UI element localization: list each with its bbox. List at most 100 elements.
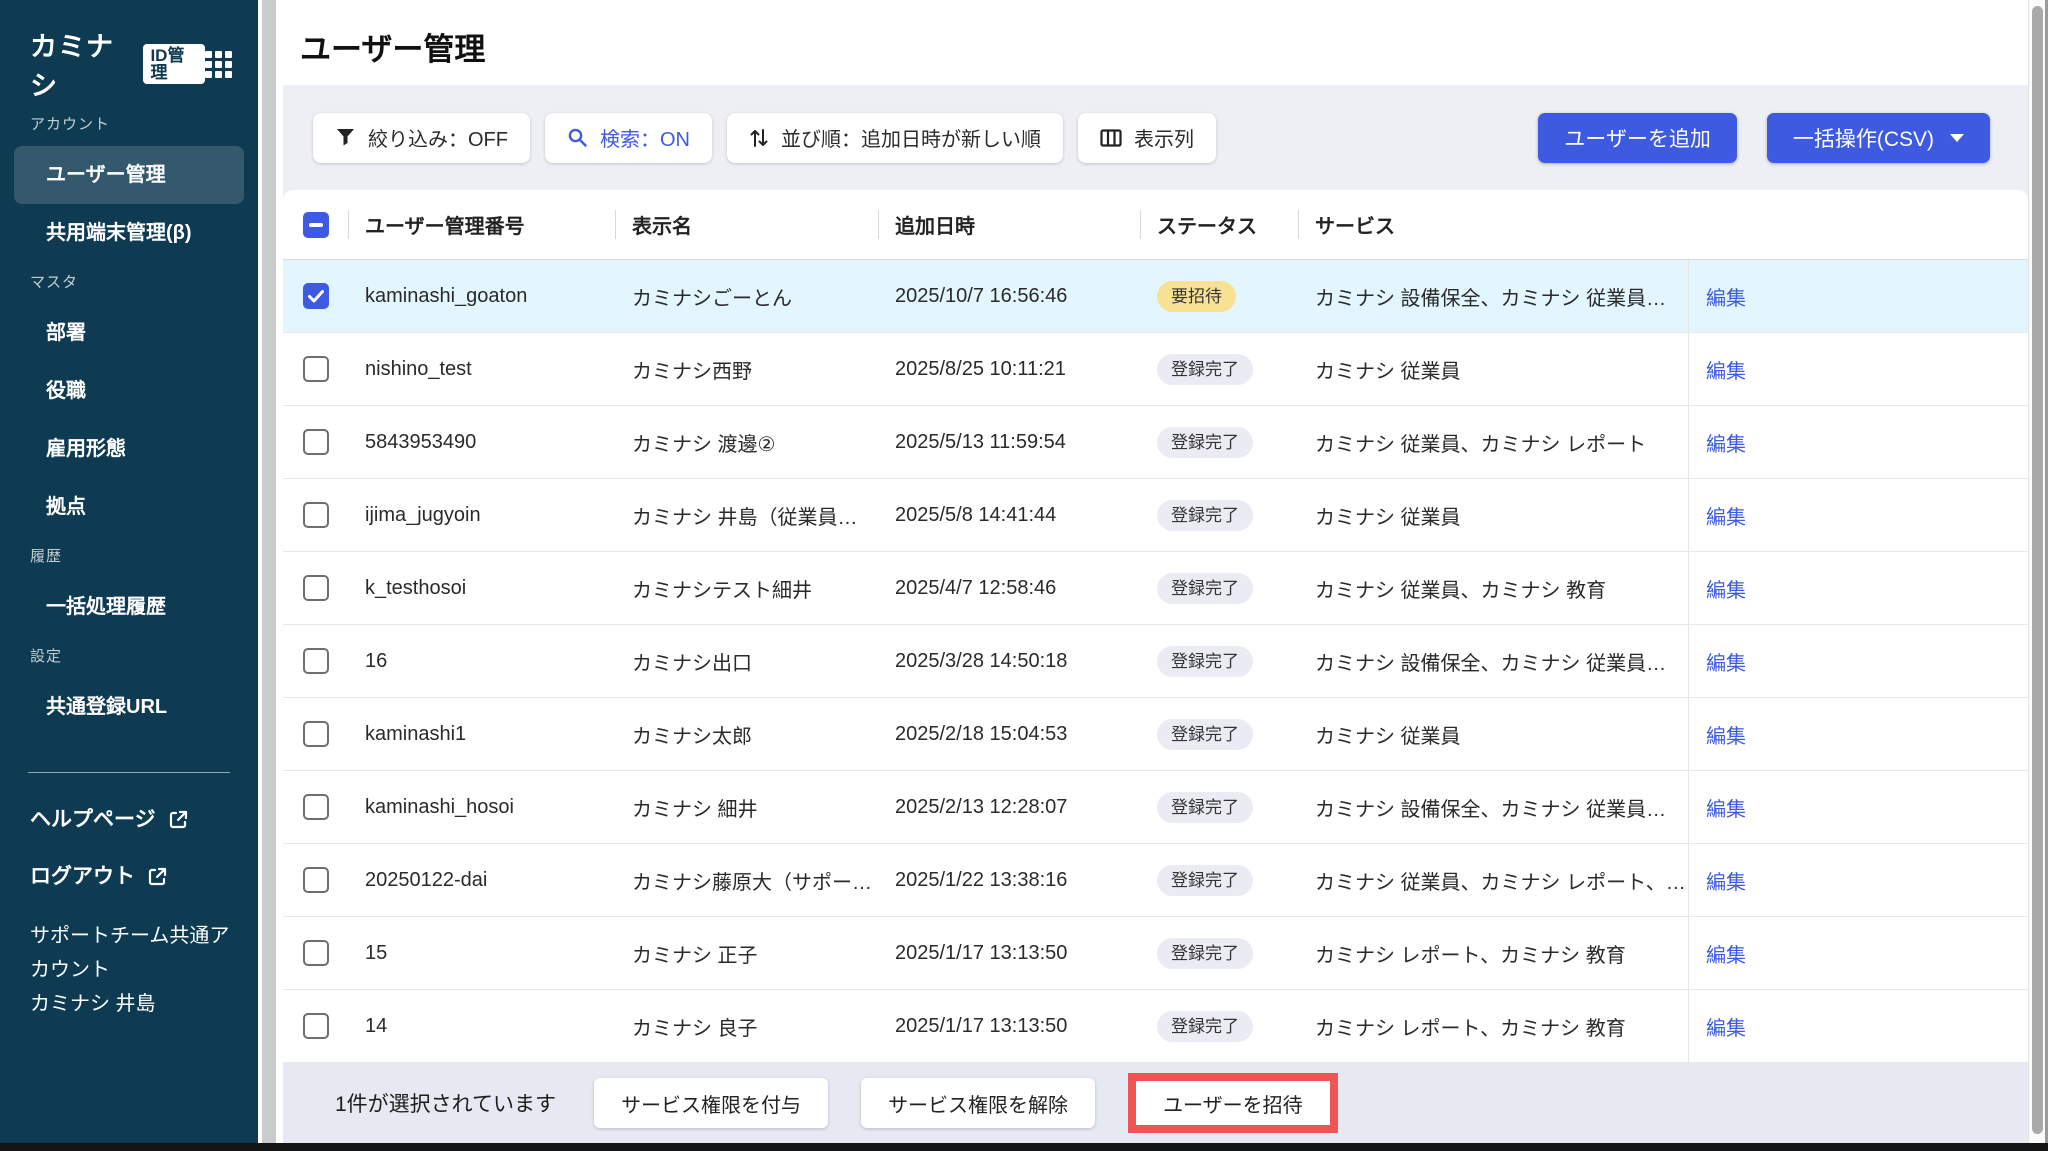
table-row[interactable]: 15 カミナシ 正子 2025/1/17 13:13:50 登録完了 カミナシ … [283,917,2028,990]
edit-link[interactable]: 編集 [1706,939,1746,968]
bulk-operations-label: 一括操作(CSV) [1793,123,1934,153]
action-button-0[interactable]: サービス権限を付与 [594,1078,828,1128]
search-button[interactable]: 検索：ON [545,113,712,163]
cell-user-id: 5843953490 [348,431,615,454]
sort-button-label: 並び順：追加日時が新しい順 [781,123,1041,152]
cell-added-datetime: 2025/1/17 13:13:50 [878,942,1140,965]
cell-added-datetime: 2025/5/8 14:41:44 [878,504,1140,527]
row-checkbox[interactable] [303,283,329,309]
row-checkbox[interactable] [303,356,329,382]
table-row[interactable]: k_testhosoi カミナシテスト細井 2025/4/7 12:58:46 … [283,552,2028,625]
bulk-operations-button[interactable]: 一括操作(CSV) [1767,113,1990,163]
cell-display-name: カミナシ 良子 [615,1012,878,1041]
sidebar-scrollbar[interactable] [258,0,283,1143]
cell-services: カミナシ レポート、カミナシ 教育 [1298,1012,1688,1041]
sidebar-item-1-0[interactable]: 部署 [14,304,244,362]
row-checkbox[interactable] [303,940,329,966]
users-table: ユーザー管理番号 表示名 追加日時 ステータス サービス kaminashi_g… [283,190,2028,1063]
edit-link[interactable]: 編集 [1706,501,1746,530]
brand-logo: カミナシ [30,25,134,103]
columns-button[interactable]: 表示列 [1078,113,1216,163]
magnifier-icon [567,127,588,148]
content-panel: 絞り込み：OFF 検索：ON 並び順：追加日時が新しい順 [283,85,2028,1143]
table-body: kaminashi_goaton カミナシごーとん 2025/10/7 16:5… [283,260,2028,1063]
cell-display-name: カミナシ藤原大（サポー… [615,866,878,895]
add-user-button[interactable]: ユーザーを追加 [1538,113,1737,163]
cell-display-name: カミナシテスト細井 [615,574,878,603]
edit-link[interactable]: 編集 [1706,355,1746,384]
sidebar-item-0-0[interactable]: ユーザー管理 [14,146,244,204]
status-badge: 登録完了 [1157,865,1253,896]
sidebar-item-0-1[interactable]: 共用端末管理(β) [14,204,244,262]
sidebar-item-3-0[interactable]: 共通登録URL [14,678,244,736]
columns-button-label: 表示列 [1134,123,1194,152]
columns-icon [1100,129,1122,147]
page-scrollbar[interactable] [2028,0,2048,1143]
action-button-2[interactable]: ユーザーを招待 [1136,1081,1330,1125]
row-checkbox[interactable] [303,1013,329,1039]
sort-button[interactable]: 並び順：追加日時が新しい順 [727,113,1063,163]
brand-badge: ID管理 [143,44,205,84]
edit-link[interactable]: 編集 [1706,866,1746,895]
funnel-icon [335,127,356,148]
apps-grid-icon[interactable] [205,51,232,78]
sidebar-link[interactable]: ログアウト [14,848,244,905]
row-checkbox[interactable] [303,648,329,674]
cell-services: カミナシ 従業員 [1298,355,1688,384]
cell-user-id: kaminashi1 [348,723,615,746]
edit-link[interactable]: 編集 [1706,647,1746,676]
page-scrollbar-thumb[interactable] [2032,6,2043,1134]
cell-services: カミナシ 従業員、カミナシ レポート、… [1298,866,1688,895]
table-row[interactable]: ijima_jugyoin カミナシ 井島（従業員… 2025/5/8 14:4… [283,479,2028,552]
selection-count-text: 1件が選択されています [335,1088,556,1118]
row-checkbox[interactable] [303,794,329,820]
table-row[interactable]: 5843953490 カミナシ 渡邊② 2025/5/13 11:59:54 登… [283,406,2028,479]
table-row[interactable]: 20250122-dai カミナシ藤原大（サポー… 2025/1/22 13:3… [283,844,2028,917]
cell-services: カミナシ 従業員、カミナシ 教育 [1298,574,1688,603]
row-checkbox[interactable] [303,429,329,455]
sidebar-scrollbar-thumb[interactable] [262,0,276,1143]
cell-added-datetime: 2025/5/13 11:59:54 [878,431,1140,454]
table-row[interactable]: nishino_test カミナシ西野 2025/8/25 10:11:21 登… [283,333,2028,406]
status-badge: 登録完了 [1157,792,1253,823]
row-checkbox[interactable] [303,502,329,528]
cell-user-id: nishino_test [348,358,615,381]
cell-display-name: カミナシ太郎 [615,720,878,749]
row-checkbox[interactable] [303,575,329,601]
sidebar-item-1-3[interactable]: 拠点 [14,478,244,536]
status-badge: 登録完了 [1157,646,1253,677]
cell-services: カミナシ 従業員、カミナシ レポート [1298,428,1688,457]
sidebar-item-1-1[interactable]: 役職 [14,362,244,420]
edit-link[interactable]: 編集 [1706,574,1746,603]
edit-link[interactable]: 編集 [1706,1012,1746,1041]
table-row[interactable]: kaminashi_hosoi カミナシ 細井 2025/2/13 12:28:… [283,771,2028,844]
sidebar-item-1-2[interactable]: 雇用形態 [14,420,244,478]
sidebar-link[interactable]: ヘルプページ [14,791,244,848]
edit-link[interactable]: 編集 [1706,428,1746,457]
row-checkbox[interactable] [303,867,329,893]
table-header-select [283,212,348,238]
table-row[interactable]: 14 カミナシ 良子 2025/1/17 13:13:50 登録完了 カミナシ … [283,990,2028,1063]
sidebar-section-label: アカウント [14,104,244,146]
action-button-1[interactable]: サービス権限を解除 [861,1078,1095,1128]
col-header-user-id: ユーザー管理番号 [348,210,615,239]
external-link-icon [168,809,189,830]
status-badge: 登録完了 [1157,719,1253,750]
select-all-checkbox[interactable] [303,212,329,238]
table-row[interactable]: 16 カミナシ出口 2025/3/28 14:50:18 登録完了 カミナシ 設… [283,625,2028,698]
edit-link[interactable]: 編集 [1706,793,1746,822]
row-checkbox[interactable] [303,721,329,747]
cell-added-datetime: 2025/1/17 13:13:50 [878,1015,1140,1038]
table-row[interactable]: kaminashi1 カミナシ太郎 2025/2/18 15:04:53 登録完… [283,698,2028,771]
sidebar-item-2-0[interactable]: 一括処理履歴 [14,578,244,636]
search-button-label: 検索：ON [600,123,690,152]
edit-link[interactable]: 編集 [1706,282,1746,311]
filter-button[interactable]: 絞り込み：OFF [313,113,530,163]
sort-arrows-icon [749,127,769,149]
cell-added-datetime: 2025/8/25 10:11:21 [878,358,1140,381]
window-bottom-edge [0,1143,2048,1151]
edit-link[interactable]: 編集 [1706,720,1746,749]
cell-display-name: カミナシ 正子 [615,939,878,968]
highlight-annotation-box: ユーザーを招待 [1128,1073,1338,1133]
table-row[interactable]: kaminashi_goaton カミナシごーとん 2025/10/7 16:5… [283,260,2028,333]
